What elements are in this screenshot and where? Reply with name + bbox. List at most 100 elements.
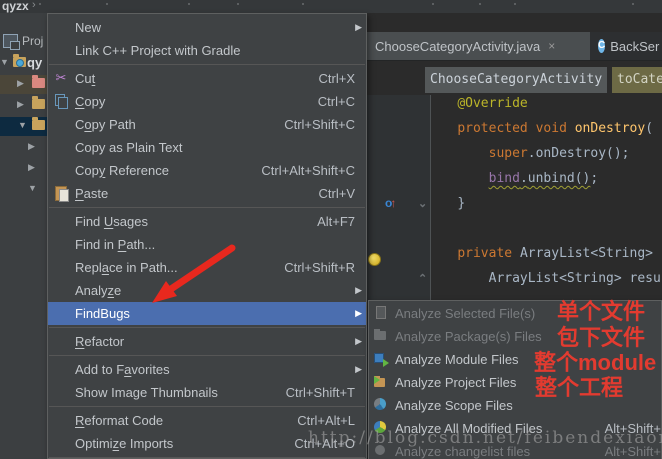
copy-icon — [53, 93, 69, 109]
tree-row[interactable]: ▶ — [0, 138, 47, 157]
tree-row[interactable]: ▼ — [0, 117, 47, 136]
menu-item-find-in-path[interactable]: Find in Path... — [48, 233, 366, 256]
tree-row[interactable]: ▶ — [0, 75, 47, 94]
menu-separator — [48, 455, 366, 459]
menu-item-label: Reformat Code — [75, 413, 163, 428]
menu-item-copy-as-plain-text[interactable]: Copy as Plain Text — [48, 136, 366, 159]
submenu-arrow-icon: ▶ — [355, 330, 362, 353]
annotation-label: 包下文件 — [557, 326, 645, 350]
menu-item-label: Copy as Plain Text — [75, 140, 182, 155]
menu-item-replace-in-path[interactable]: Replace in Path...Ctrl+Shift+R — [48, 256, 366, 279]
menu-item-find-usages[interactable]: Find UsagesAlt+F7 — [48, 210, 366, 233]
expand-icon[interactable]: ▶ — [28, 141, 35, 152]
expand-icon[interactable]: ▶ — [28, 162, 35, 173]
ruler-tick — [106, 3, 108, 5]
menu-item-analyze[interactable]: Analyze▶ — [48, 279, 366, 302]
code-token: private — [457, 246, 520, 261]
menu-item-new[interactable]: New▶ — [48, 16, 366, 39]
scope-icon — [373, 397, 389, 413]
menu-item-refactor[interactable]: Refactor▶ — [48, 330, 366, 353]
menu-item-copy[interactable]: Copy Ctrl+C — [48, 90, 366, 113]
ruler-tick — [632, 3, 634, 5]
expand-icon[interactable]: ▶ — [17, 78, 24, 89]
code-line: ArrayList<String> resu — [426, 266, 662, 291]
code-line: protected void onDestroy( — [426, 116, 662, 141]
code-line — [426, 216, 662, 241]
project-panel-header[interactable]: Proj — [3, 32, 43, 50]
annotation-label: 整个module — [534, 351, 656, 375]
code-token: bind — [489, 171, 520, 186]
menu-item-cut[interactable]: ✂CutCtrl+X — [48, 67, 366, 90]
intention-bulb-icon[interactable] — [368, 253, 381, 266]
module-icon — [373, 351, 389, 367]
ruler-tick — [39, 3, 41, 5]
code-token: .onDestroy(); — [528, 146, 630, 161]
menu-item-label: Link C++ Project with Gradle — [75, 43, 240, 58]
paste-icon — [53, 185, 69, 201]
menu-item-label: Add to Favorites — [75, 362, 170, 377]
editor-tab-backser[interactable]: CBackSer — [590, 32, 662, 60]
tree-row[interactable]: ▶ — [0, 96, 47, 115]
submenu-item-label: Analyze Project Files — [395, 375, 516, 390]
menu-item-label: Copy Path — [75, 117, 136, 132]
menu-item-copy-reference[interactable]: Copy ReferenceCtrl+Alt+Shift+C — [48, 159, 366, 182]
menu-shortcut: Ctrl+C — [318, 90, 355, 113]
tree-row[interactable]: ▼ — [0, 180, 47, 199]
ruler-tick — [302, 3, 304, 5]
collapse-icon[interactable]: ▼ — [28, 183, 37, 193]
context-menu: New▶ Link C++ Project with Gradle ✂CutCtrl… — [47, 13, 367, 459]
tree-row[interactable]: ▼qy — [0, 54, 47, 73]
project-tool-window: Proj ▼qy ▶ ▶ ▼ ▶ ▶ ▼ — [0, 13, 47, 459]
code-view[interactable]: @Override protected void onDestroy( supe… — [426, 91, 662, 291]
ruler-tick — [479, 3, 481, 5]
menu-item-paste[interactable]: PasteCtrl+V — [48, 182, 366, 205]
expand-icon[interactable]: ▶ — [17, 99, 24, 110]
close-tab-icon[interactable]: × — [548, 39, 555, 53]
menu-item-label: Find in Path... — [75, 237, 155, 252]
project-icon — [373, 374, 389, 390]
menu-shortcut: Ctrl+Shift+C — [284, 113, 355, 136]
menu-item-label: Paste — [75, 186, 108, 201]
project-panel-title: Proj — [22, 34, 43, 48]
identifier-highlight[interactable]: ChooseCategoryActivity — [425, 67, 607, 93]
collapse-icon[interactable]: ▼ — [18, 120, 27, 130]
overriding-method-icon[interactable]: o↑ — [385, 196, 396, 210]
tab-label: BackSer — [610, 39, 659, 54]
watermark-text: http://blog.csdn.net/feibendexiaoma — [308, 428, 662, 448]
collapse-icon[interactable]: ▼ — [0, 57, 9, 67]
menu-item-label: Copy — [75, 94, 105, 109]
menu-item-label: Replace in Path... — [75, 260, 178, 275]
ide-window: qyzx › Proj ▼qy ▶ ▶ ▼ ▶ ▶ ▼ ChooseCategoryActi… — [0, 0, 662, 459]
scissors-icon: ✂ — [53, 70, 69, 86]
menu-item-label: Copy Reference — [75, 163, 169, 178]
code-token: ( — [645, 121, 653, 136]
menu-item-findbugs[interactable]: FindBugs▶ — [48, 302, 366, 325]
menu-item-show-image-thumbnails[interactable]: Show Image Thumbnails Ctrl+Shift+T — [48, 381, 366, 404]
gray-pkg-icon — [373, 328, 389, 344]
folder-tan-icon — [32, 99, 45, 109]
ruler-tick — [514, 3, 516, 5]
breadcrumb-project[interactable]: qyzx — [2, 0, 29, 13]
code-token: unbind() — [528, 171, 591, 186]
menu-item-label: FindBugs — [75, 306, 130, 321]
editor-tab-choosecategoryactivity-java[interactable]: ChooseCategoryActivity.java× — [367, 32, 590, 60]
submenu-arrow-icon: ▶ — [355, 279, 362, 302]
menu-shortcut: Ctrl+Shift+T — [286, 381, 355, 404]
ruler-tick — [432, 3, 434, 5]
tree-row[interactable]: ▶ — [0, 159, 47, 178]
menu-item-label: Show Image Thumbnails — [75, 385, 218, 400]
menu-item-label: Find Usages — [75, 214, 148, 229]
submenu-item-label: Analyze Module Files — [395, 352, 519, 367]
navigation-bar: qyzx › — [0, 0, 662, 13]
code-token: onDestroy — [575, 121, 645, 136]
code-line: super.onDestroy(); — [426, 141, 662, 166]
project-tree: ▼qy ▶ ▶ ▼ ▶ ▶ ▼ — [0, 54, 47, 201]
android-project-folder-icon — [13, 57, 26, 67]
breadcrumb-chevron-icon: › — [32, 0, 36, 11]
code-token: ArrayList<String> resu — [489, 271, 661, 286]
menu-item-copy-path[interactable]: Copy Path Ctrl+Shift+C — [48, 113, 366, 136]
menu-item-add-to-favorites[interactable]: Add to Favorites▶ — [48, 358, 366, 381]
menu-item-link-c-project-with-gradle[interactable]: Link C++ Project with Gradle — [48, 39, 366, 62]
code-token: protected — [457, 121, 535, 136]
write-access-highlight[interactable]: toCate — [612, 67, 662, 93]
